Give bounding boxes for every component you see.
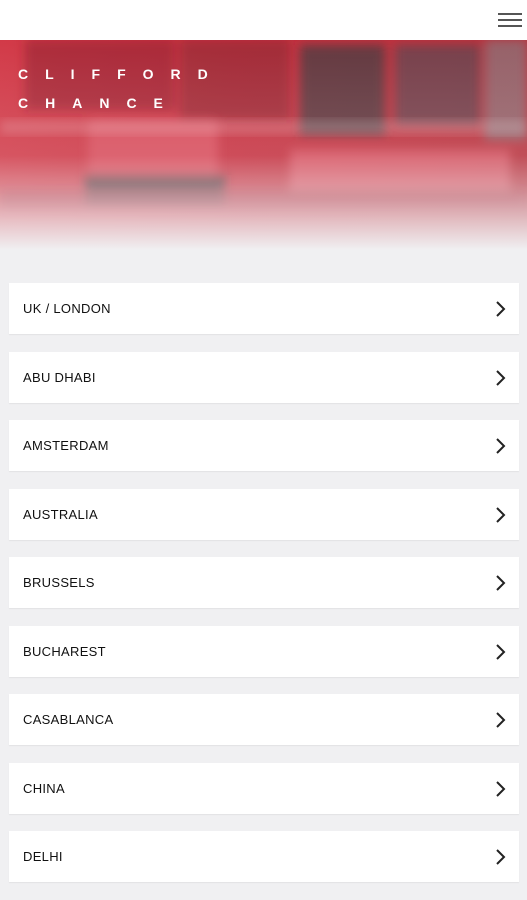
list-item-label: AUSTRALIA <box>23 506 98 522</box>
logo-line-2: CHANCE <box>18 95 180 111</box>
list-item-label: CASABLANCA <box>23 712 114 727</box>
chevron-right-icon <box>496 369 506 386</box>
list-item-bucharest[interactable]: BUCHAREST <box>9 625 519 677</box>
list-item-label: UK / LONDON <box>23 301 111 316</box>
list-item-abu-dhabi[interactable]: ABU DHABI <box>9 351 519 403</box>
location-list: UK / LONDON ABU DHABI AMSTERDAM AUSTRALI… <box>9 283 519 900</box>
chevron-right-icon <box>496 438 506 454</box>
chevron-right-icon <box>496 780 506 797</box>
list-item-casablanca[interactable]: CASABLANCA <box>9 694 519 745</box>
chevron-right-icon <box>496 643 506 660</box>
top-bar <box>0 0 527 40</box>
list-item-label: BRUSSELS <box>23 575 95 590</box>
list-item-delhi[interactable]: DELHI <box>9 831 519 882</box>
chevron-right-icon <box>496 301 506 317</box>
chevron-right-icon <box>496 712 506 728</box>
hamburger-menu-icon[interactable] <box>498 10 522 30</box>
list-item-label: CHINA <box>23 780 65 796</box>
list-item-label: ABU DHABI <box>23 369 96 385</box>
chevron-right-icon <box>496 506 506 523</box>
clifford-chance-logo: CLIFFORD CHANCE <box>18 60 225 118</box>
list-item-uk-london[interactable]: UK / LONDON <box>9 283 519 334</box>
list-item-label: BUCHAREST <box>23 643 106 659</box>
list-item-label: DELHI <box>23 849 63 864</box>
list-item-china[interactable]: CHINA <box>9 762 519 814</box>
list-item-brussels[interactable]: BRUSSELS <box>9 557 519 608</box>
hero-banner: CLIFFORD CHANCE <box>0 40 527 250</box>
list-item-label: AMSTERDAM <box>23 438 109 453</box>
chevron-right-icon <box>496 849 506 865</box>
list-item-amsterdam[interactable]: AMSTERDAM <box>9 420 519 471</box>
list-item-australia[interactable]: AUSTRALIA <box>9 488 519 540</box>
chevron-right-icon <box>496 575 506 591</box>
logo-line-1: CLIFFORD <box>18 66 225 82</box>
